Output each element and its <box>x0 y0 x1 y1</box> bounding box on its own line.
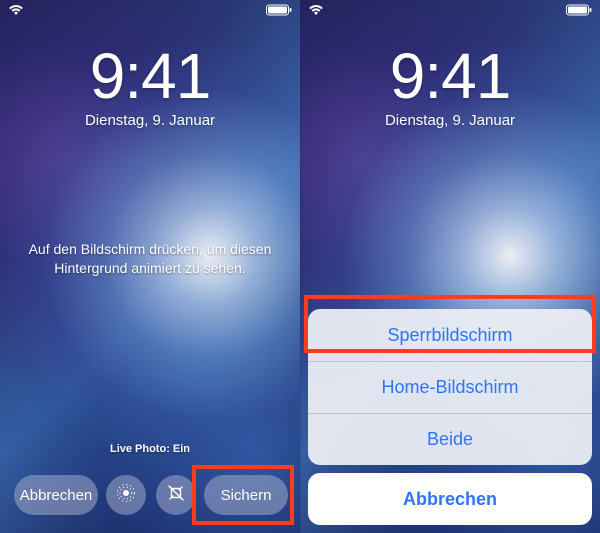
action-sheet-options: Sperrbildschirm Home-Bildschirm Beide <box>308 309 592 465</box>
set-lock-screen-option[interactable]: Sperrbildschirm <box>308 309 592 361</box>
lock-date: Dienstag, 9. Januar <box>0 112 300 129</box>
wifi-icon <box>8 4 24 16</box>
concentric-circles-icon <box>116 483 136 507</box>
phone-left: 9:41 Dienstag, 9. Januar Auf den Bildsch… <box>0 0 300 533</box>
perspective-icon <box>166 483 186 507</box>
battery-icon <box>266 4 292 16</box>
action-sheet: Sperrbildschirm Home-Bildschirm Beide Ab… <box>308 309 592 525</box>
clock-block: 9:41 Dienstag, 9. Januar <box>0 44 300 129</box>
cancel-button[interactable]: Abbrechen <box>14 475 98 515</box>
lock-time: 9:41 <box>0 44 300 108</box>
wallpaper-toolbar: Abbrechen Sichern <box>0 475 300 515</box>
action-sheet-cancel-group: Abbrechen <box>308 473 592 525</box>
panel-divider <box>300 0 301 533</box>
lock-date: Dienstag, 9. Januar <box>300 112 600 129</box>
save-button[interactable]: Sichern <box>204 475 288 515</box>
battery-icon <box>566 4 592 16</box>
phone-right: 9:41 Dienstag, 9. Januar Sperrbildschirm… <box>300 0 600 533</box>
status-bar <box>300 0 600 20</box>
clock-block: 9:41 Dienstag, 9. Januar <box>300 44 600 129</box>
cancel-button[interactable]: Abbrechen <box>308 473 592 525</box>
live-photo-status: Live Photo: Ein <box>0 443 300 455</box>
toolbar-icons <box>106 475 196 515</box>
status-bar <box>0 0 300 20</box>
wifi-icon <box>308 4 324 16</box>
perspective-zoom-button[interactable] <box>156 475 196 515</box>
live-photo-toggle-button[interactable] <box>106 475 146 515</box>
set-both-option[interactable]: Beide <box>308 413 592 465</box>
live-photo-hint: Auf den Bildschirm drücken, um diesen Hi… <box>0 240 300 278</box>
set-home-screen-option[interactable]: Home-Bildschirm <box>308 361 592 413</box>
lock-time: 9:41 <box>300 44 600 108</box>
